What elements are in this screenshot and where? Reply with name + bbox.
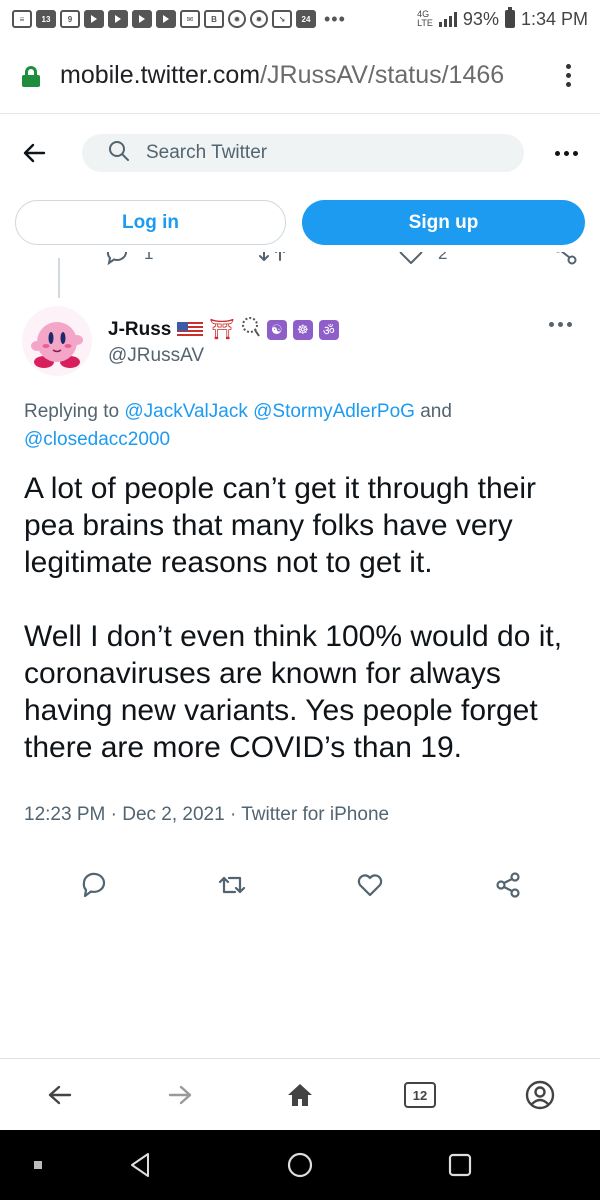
mention-link[interactable]: @closedacc2000: [24, 429, 170, 450]
yin-yang-icon: ☯: [266, 319, 287, 340]
android-navigation-bar: [0, 1130, 600, 1200]
author-name[interactable]: J-Russ: [108, 319, 171, 341]
youtube-icon: [84, 10, 104, 28]
replying-prefix: Replying to: [24, 401, 120, 422]
prev-retweet-button[interactable]: [258, 252, 286, 266]
battery-percent: 93%: [462, 8, 499, 29]
reply-icon: [80, 871, 108, 904]
prev-like-count: 2: [438, 252, 448, 263]
tabs-count: 12: [404, 1082, 436, 1108]
search-icon: [108, 140, 130, 167]
url-path: /JRussAV/status/1466: [260, 61, 505, 89]
youtube-icon: [132, 10, 152, 28]
more-notifications-icon: •••: [324, 8, 346, 29]
url-domain: mobile.twitter.com: [60, 61, 261, 89]
battery-icon: [504, 7, 515, 28]
reply-button[interactable]: [72, 865, 116, 909]
news-app-icon: 9: [60, 10, 80, 28]
dharma-wheel-icon: ☸: [292, 319, 313, 340]
back-arrow-icon[interactable]: [16, 135, 52, 171]
tweet-paragraph: A lot of people can’t get it through the…: [24, 472, 537, 579]
youtube-icon: [156, 10, 176, 28]
author-name-row: J-Russ ⛩ ☯ ☸ ॐ: [108, 316, 339, 343]
tweet-more-icon[interactable]: [549, 322, 572, 327]
tabs-button[interactable]: 12: [398, 1073, 442, 1117]
search-input[interactable]: [146, 142, 524, 164]
nav-recents-icon[interactable]: [440, 1150, 480, 1180]
us-flag-icon: [177, 321, 204, 338]
prev-like-button[interactable]: 2: [398, 252, 447, 266]
mail-icon: ✉: [180, 10, 200, 28]
home-icon[interactable]: [278, 1073, 322, 1117]
youtube-icon: [108, 10, 128, 28]
tweet-time[interactable]: 12:23 PM: [24, 804, 105, 825]
like-button[interactable]: [348, 865, 392, 909]
login-button[interactable]: Log in: [15, 200, 286, 245]
retweet-icon: [217, 871, 247, 904]
author-handle[interactable]: @JRussAV: [108, 345, 204, 367]
avatar[interactable]: [22, 306, 92, 376]
settings-gear-icon: ✹: [250, 10, 268, 28]
browser-back-icon[interactable]: [38, 1073, 82, 1117]
tweet-source: Twitter for iPhone: [241, 804, 390, 825]
previous-tweet-actions: 1 2: [0, 252, 600, 274]
lock-icon[interactable]: [22, 65, 40, 87]
notes-icon: ≡: [12, 10, 32, 28]
tweet-paragraph: Well I don’t even think 100% would do it…: [24, 620, 563, 764]
status-bar: ≡ 13 9 ✉ B ✹ ✹ ↘ 24 ••• 4G LTE 93% 1:34 …: [0, 0, 600, 38]
browser-forward-icon[interactable]: [158, 1073, 202, 1117]
more-options-icon[interactable]: [555, 150, 578, 156]
share-icon: [494, 871, 522, 904]
om-icon: ॐ: [318, 319, 339, 340]
torii-gate-icon: ⛩: [209, 319, 235, 341]
nav-home-icon[interactable]: [280, 1150, 320, 1180]
system-status: 4G LTE 93% 1:34 PM: [417, 7, 588, 30]
tweet-text: A lot of people can’t get it through the…: [24, 470, 584, 803]
signal-icon: [438, 11, 457, 27]
tweet-meta: 12:23 PM · Dec 2, 2021 · Twitter for iPh…: [24, 804, 389, 826]
nav-back-icon[interactable]: [120, 1150, 160, 1180]
browser-url-bar: mobile.twitter.com/JRussAV/status/1466: [0, 38, 600, 114]
meta-separator: ·: [229, 804, 237, 825]
prev-share-button[interactable]: [552, 252, 578, 266]
bbc-news-icon: B: [204, 10, 224, 28]
prayer-beads-icon: [241, 316, 261, 343]
signup-button[interactable]: Sign up: [302, 200, 585, 245]
notification-icons: ≡ 13 9 ✉ B ✹ ✹ ↘ 24 •••: [12, 9, 346, 30]
news13-icon: 13: [36, 10, 56, 28]
browser-bottom-toolbar: 12: [0, 1058, 600, 1130]
auth-buttons: Log in Sign up: [0, 200, 600, 250]
france24-icon: 24: [296, 10, 316, 28]
clock: 1:34 PM: [520, 8, 588, 29]
search-box[interactable]: [82, 134, 524, 172]
tweet-actions: [0, 865, 600, 909]
prev-reply-count: 1: [144, 252, 154, 263]
mention-link[interactable]: @JackValJack: [124, 401, 247, 422]
thread-connector-line: [58, 258, 60, 298]
tweet-date[interactable]: Dec 2, 2021: [122, 804, 224, 825]
settings-gear-icon: ✹: [228, 10, 246, 28]
missed-call-icon: ↘: [272, 10, 292, 28]
url-field[interactable]: mobile.twitter.com/JRussAV/status/1466: [60, 61, 535, 90]
account-icon[interactable]: [518, 1073, 562, 1117]
mention-link[interactable]: @StormyAdlerPoG: [253, 401, 415, 422]
retweet-button[interactable]: [210, 865, 254, 909]
dot-indicator-icon: [18, 1150, 58, 1180]
twitter-header: [0, 114, 600, 192]
heart-icon: [356, 871, 384, 904]
replying-and: and: [420, 401, 452, 422]
share-button[interactable]: [486, 865, 530, 909]
meta-separator: ·: [110, 804, 117, 825]
browser-menu-icon[interactable]: [558, 64, 578, 87]
network-type: 4G LTE: [417, 9, 433, 28]
replying-to: Replying to @JackValJack @StormyAdlerPoG…: [24, 398, 584, 454]
prev-reply-button[interactable]: 1: [104, 252, 153, 266]
